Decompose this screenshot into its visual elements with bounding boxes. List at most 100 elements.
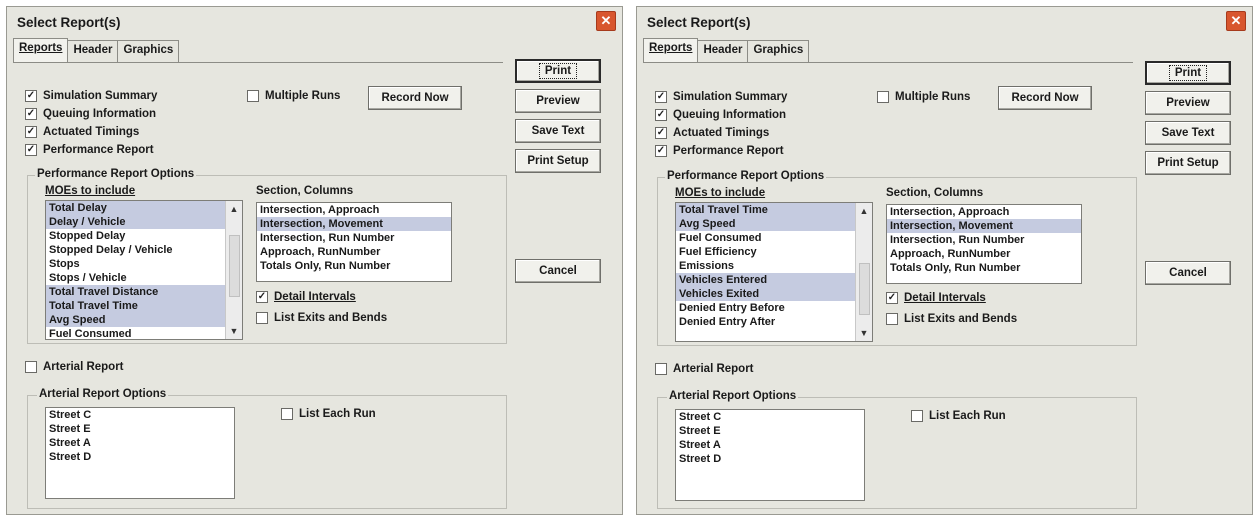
dialog-title: Select Report(s): [17, 15, 121, 30]
list-item[interactable]: Fuel Consumed: [46, 327, 242, 339]
performance-options-label: Performance Report Options: [665, 170, 827, 182]
list-item[interactable]: Total Delay: [46, 201, 242, 215]
save-text-button[interactable]: Save Text: [1145, 121, 1231, 145]
list-each-run-checkbox[interactable]: List Each Run: [281, 408, 376, 420]
moes-listbox[interactable]: Total Travel Time Avg Speed Fuel Consume…: [675, 202, 873, 342]
list-item[interactable]: Emissions: [676, 259, 872, 273]
list-exits-bends-checkbox[interactable]: List Exits and Bends: [886, 313, 1017, 325]
checkmark-icon: ✓: [655, 145, 667, 157]
list-item[interactable]: Stops: [46, 257, 242, 271]
list-item[interactable]: Total Travel Distance: [46, 285, 242, 299]
queuing-information-checkbox[interactable]: ✓ Queuing Information: [655, 109, 786, 121]
actuated-timings-checkbox[interactable]: ✓ Actuated Timings: [655, 127, 769, 139]
list-item[interactable]: Street C: [46, 408, 234, 422]
list-item[interactable]: Approach, RunNumber: [257, 245, 451, 259]
checkmark-icon: ✓: [25, 126, 37, 138]
tab-graphics[interactable]: Graphics: [117, 40, 180, 62]
moes-label: MOEs to include: [675, 187, 766, 199]
list-item[interactable]: Intersection, Approach: [257, 203, 451, 217]
preview-button[interactable]: Preview: [515, 89, 601, 113]
print-setup-button[interactable]: Print Setup: [515, 149, 601, 173]
close-icon: ✕: [1230, 13, 1242, 28]
section-columns-listbox[interactable]: Intersection, Approach Intersection, Mov…: [256, 202, 452, 282]
streets-listbox[interactable]: Street C Street E Street A Street D: [675, 409, 865, 501]
simulation-summary-checkbox[interactable]: ✓ Simulation Summary: [25, 90, 157, 102]
scroll-thumb[interactable]: [859, 263, 870, 315]
print-button[interactable]: Print: [1145, 61, 1231, 85]
tab-header[interactable]: Header: [697, 40, 749, 62]
list-item[interactable]: Vehicles Exited: [676, 287, 872, 301]
checkmark-icon: ✓: [886, 292, 898, 304]
list-item[interactable]: Intersection, Movement: [887, 219, 1081, 233]
tab-graphics[interactable]: Graphics: [747, 40, 810, 62]
list-item[interactable]: Stopped Delay / Vehicle: [46, 243, 242, 257]
list-item[interactable]: Intersection, Run Number: [887, 233, 1081, 247]
scroll-thumb[interactable]: [229, 235, 240, 297]
tab-header[interactable]: Header: [67, 40, 119, 62]
save-text-button[interactable]: Save Text: [515, 119, 601, 143]
arterial-options-label: Arterial Report Options: [37, 388, 169, 400]
list-item[interactable]: Street E: [676, 424, 864, 438]
list-item[interactable]: Avg Speed: [46, 313, 242, 327]
list-item[interactable]: Approach, RunNumber: [887, 247, 1081, 261]
list-item[interactable]: Street C: [676, 410, 864, 424]
moes-listbox[interactable]: Total Delay Delay / Vehicle Stopped Dela…: [45, 200, 243, 340]
scrollbar[interactable]: ▲ ▼: [225, 201, 242, 339]
cancel-button[interactable]: Cancel: [515, 259, 601, 283]
close-button[interactable]: ✕: [1226, 11, 1246, 31]
list-exits-bends-checkbox[interactable]: List Exits and Bends: [256, 312, 387, 324]
list-item[interactable]: Street D: [46, 450, 234, 464]
multiple-runs-checkbox[interactable]: Multiple Runs: [877, 91, 970, 103]
list-item[interactable]: Street E: [46, 422, 234, 436]
multiple-runs-checkbox[interactable]: Multiple Runs: [247, 90, 340, 102]
close-icon: ✕: [600, 13, 612, 28]
tab-reports[interactable]: Reports: [643, 38, 699, 62]
queuing-information-checkbox[interactable]: ✓ Queuing Information: [25, 108, 156, 120]
list-item[interactable]: Totals Only, Run Number: [887, 261, 1081, 275]
scroll-down-icon[interactable]: ▼: [226, 324, 242, 338]
scrollbar[interactable]: ▲ ▼: [855, 203, 872, 341]
section-columns-listbox[interactable]: Intersection, Approach Intersection, Mov…: [886, 204, 1082, 284]
scroll-up-icon[interactable]: ▲: [226, 202, 242, 216]
record-now-button[interactable]: Record Now: [998, 86, 1092, 110]
preview-button[interactable]: Preview: [1145, 91, 1231, 115]
list-item[interactable]: Vehicles Entered: [676, 273, 872, 287]
scroll-up-icon[interactable]: ▲: [856, 204, 872, 218]
list-item[interactable]: Street D: [676, 452, 864, 466]
performance-report-checkbox[interactable]: ✓ Performance Report: [25, 144, 154, 156]
scroll-down-icon[interactable]: ▼: [856, 326, 872, 340]
detail-intervals-checkbox[interactable]: ✓ Detail Intervals: [256, 291, 356, 303]
cancel-button[interactable]: Cancel: [1145, 261, 1231, 285]
performance-report-checkbox[interactable]: ✓ Performance Report: [655, 145, 784, 157]
actuated-timings-checkbox[interactable]: ✓ Actuated Timings: [25, 126, 139, 138]
detail-intervals-checkbox[interactable]: ✓ Detail Intervals: [886, 292, 986, 304]
list-item[interactable]: Avg Speed: [676, 217, 872, 231]
list-item[interactable]: Stops / Vehicle: [46, 271, 242, 285]
tab-reports[interactable]: Reports: [13, 38, 69, 62]
list-each-run-checkbox[interactable]: List Each Run: [911, 410, 1006, 422]
list-item[interactable]: Total Travel Time: [676, 203, 872, 217]
list-item[interactable]: Intersection, Movement: [257, 217, 451, 231]
simulation-summary-checkbox[interactable]: ✓ Simulation Summary: [655, 91, 787, 103]
list-item[interactable]: Totals Only, Run Number: [257, 259, 451, 273]
arterial-report-checkbox[interactable]: Arterial Report: [25, 361, 124, 373]
list-item[interactable]: Stopped Delay: [46, 229, 242, 243]
record-now-button[interactable]: Record Now: [368, 86, 462, 110]
streets-listbox[interactable]: Street C Street E Street A Street D: [45, 407, 235, 499]
list-item[interactable]: Fuel Consumed: [676, 231, 872, 245]
list-item[interactable]: Intersection, Approach: [887, 205, 1081, 219]
list-item[interactable]: Street A: [676, 438, 864, 452]
close-button[interactable]: ✕: [596, 11, 616, 31]
list-item[interactable]: Fuel Efficiency: [676, 245, 872, 259]
list-item[interactable]: Denied Entry Before: [676, 301, 872, 315]
list-item[interactable]: Total Travel Time: [46, 299, 242, 313]
arterial-report-checkbox[interactable]: Arterial Report: [655, 363, 754, 375]
list-item[interactable]: Denied Entry After: [676, 315, 872, 329]
list-item[interactable]: Street A: [46, 436, 234, 450]
print-setup-button[interactable]: Print Setup: [1145, 151, 1231, 175]
print-button[interactable]: Print: [515, 59, 601, 83]
list-item[interactable]: Delay / Vehicle: [46, 215, 242, 229]
checkmark-icon: ✓: [655, 109, 667, 121]
list-item[interactable]: Intersection, Run Number: [257, 231, 451, 245]
checkmark-icon: ✓: [655, 91, 667, 103]
